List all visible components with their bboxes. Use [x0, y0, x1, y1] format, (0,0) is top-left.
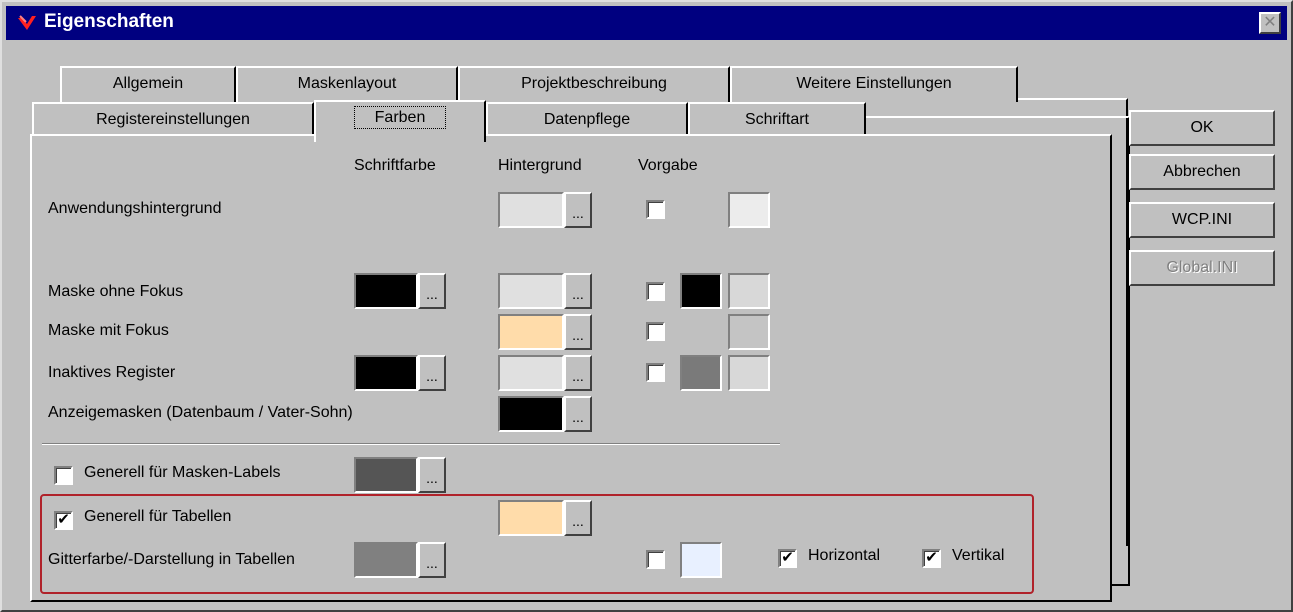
mask-no-focus-default-checkbox[interactable]	[646, 282, 665, 301]
inactive-register-bg-preview	[728, 355, 770, 391]
app-check-icon	[18, 15, 36, 30]
general-mask-labels-checkbox[interactable]	[54, 466, 73, 485]
label-inaktives-register: Inaktives Register	[48, 364, 176, 381]
label-anwendungshintergrund: Anwendungshintergrund	[48, 200, 222, 217]
label-grid-color: Gitterfarbe/-Darstellung in Tabellen	[48, 551, 295, 568]
grid-default-checkbox[interactable]	[646, 550, 665, 569]
inactive-register-font-preview	[680, 355, 722, 391]
tables-background-picker-button[interactable]: ...	[564, 500, 592, 536]
label-maske-ohne-fokus: Maske ohne Fokus	[48, 283, 184, 300]
mask-no-focus-background-picker-button[interactable]: ...	[564, 273, 592, 309]
label-general-mask-labels: Generell für Masken-Labels	[84, 464, 281, 481]
tab-maskenlayout[interactable]: Maskenlayout	[236, 66, 458, 102]
label-general-tables: Generell für Tabellen	[84, 508, 232, 525]
global-ini-button[interactable]: Global.INI	[1129, 250, 1275, 286]
mask-focus-bg-preview	[728, 314, 770, 350]
inactive-register-background-swatch[interactable]	[498, 355, 564, 391]
mask-no-focus-font-preview	[680, 273, 722, 309]
mask-labels-font-picker-button[interactable]: ...	[418, 457, 446, 493]
mask-focus-default-checkbox[interactable]	[646, 322, 665, 341]
header-hintergrund: Hintergrund	[498, 157, 582, 174]
horizontal-checkbox[interactable]: ✔	[778, 549, 797, 568]
header-schriftfarbe: Schriftfarbe	[354, 157, 436, 174]
tab-projektbeschreibung[interactable]: Projektbeschreibung	[458, 66, 730, 102]
label-vertical: Vertikal	[952, 547, 1005, 564]
window-title: Eigenschaften	[44, 11, 174, 32]
title-bar: Eigenschaften ✕	[6, 6, 1287, 40]
ok-button[interactable]: OK	[1129, 110, 1275, 146]
separator	[42, 443, 780, 445]
app-bg-preview	[728, 192, 770, 228]
tab-farben[interactable]: Farben	[314, 100, 486, 142]
mask-no-focus-font-swatch[interactable]	[354, 273, 418, 309]
inactive-register-font-swatch[interactable]	[354, 355, 418, 391]
cancel-button[interactable]: Abbrechen	[1129, 154, 1275, 190]
grid-font-picker-button[interactable]: ...	[418, 542, 446, 578]
label-maske-mit-fokus: Maske mit Fokus	[48, 322, 169, 339]
mask-focus-background-picker-button[interactable]: ...	[564, 314, 592, 350]
inactive-register-default-checkbox[interactable]	[646, 363, 665, 382]
general-tables-checkbox[interactable]: ✔	[54, 511, 73, 530]
label-anzeigemasken: Anzeigemasken (Datenbaum / Vater-Sohn)	[48, 404, 353, 421]
label-horizontal: Horizontal	[808, 547, 881, 564]
tab-weitere-einstellungen[interactable]: Weitere Einstellungen	[730, 66, 1018, 102]
wcp-ini-button[interactable]: WCP.INI	[1129, 202, 1275, 238]
tables-background-swatch[interactable]	[498, 500, 564, 536]
properties-dialog: Eigenschaften ✕ Allgemein Maskenlayout P…	[0, 0, 1293, 612]
mask-no-focus-font-picker-button[interactable]: ...	[418, 273, 446, 309]
vertical-checkbox[interactable]: ✔	[922, 549, 941, 568]
display-masks-background-picker-button[interactable]: ...	[564, 396, 592, 432]
app-bg-background-swatch[interactable]	[498, 192, 564, 228]
mask-focus-background-swatch[interactable]	[498, 314, 564, 350]
grid-preview	[680, 542, 722, 578]
tab-datenpflege[interactable]: Datenpflege	[486, 102, 688, 138]
app-bg-default-checkbox[interactable]	[646, 200, 665, 219]
tab-schriftart[interactable]: Schriftart	[688, 102, 866, 138]
mask-no-focus-background-swatch[interactable]	[498, 273, 564, 309]
header-vorgabe: Vorgabe	[638, 157, 698, 174]
tab-farben-label: Farben	[353, 106, 447, 129]
close-icon[interactable]: ✕	[1259, 12, 1281, 34]
display-masks-background-swatch[interactable]	[498, 396, 564, 432]
app-bg-background-picker-button[interactable]: ...	[564, 192, 592, 228]
inactive-register-font-picker-button[interactable]: ...	[418, 355, 446, 391]
mask-labels-font-swatch[interactable]	[354, 457, 418, 493]
mask-no-focus-bg-preview	[728, 273, 770, 309]
grid-font-swatch[interactable]	[354, 542, 418, 578]
tab-allgemein[interactable]: Allgemein	[60, 66, 236, 102]
tab-registereinstellungen[interactable]: Registereinstellungen	[32, 102, 314, 138]
inactive-register-background-picker-button[interactable]: ...	[564, 355, 592, 391]
